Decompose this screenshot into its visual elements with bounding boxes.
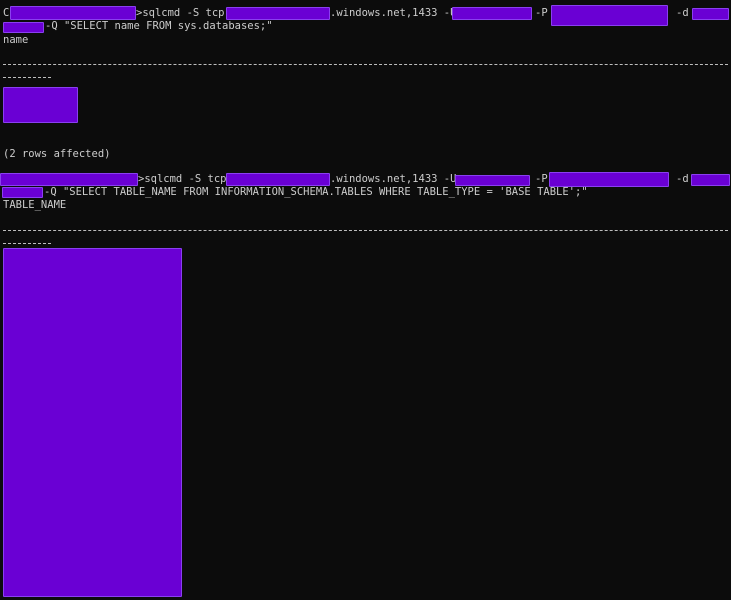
redacted-database [691, 174, 730, 186]
redacted-database [692, 8, 729, 20]
redacted-prompt-path [10, 6, 136, 20]
result-separator-wrap [3, 77, 51, 78]
command-query: -Q "SELECT TABLE_NAME FROM INFORMATION_S… [44, 186, 588, 198]
redacted-password [551, 5, 668, 26]
command-query: -Q "SELECT name FROM sys.databases;" [45, 20, 273, 32]
command-sqlcmd: >sqlcmd -S tcp: [138, 173, 233, 185]
result-separator [3, 64, 728, 65]
redacted-password [549, 172, 669, 187]
redacted-server-name [226, 7, 330, 20]
result-separator-wrap [3, 243, 51, 244]
redacted-database-wrap [2, 187, 43, 198]
command-database-flag: -d [676, 173, 689, 185]
rows-affected-text: (2 rows affected) [3, 148, 111, 160]
result-column-header: name [3, 34, 29, 46]
redacted-result-rows [3, 87, 78, 123]
result-column-header: TABLE_NAME [3, 199, 67, 211]
result-separator [3, 230, 728, 231]
command-password-flag: -P [535, 173, 548, 185]
command-server-domain: .windows.net,1433 -U [330, 7, 457, 19]
command-database-flag: -d [676, 7, 689, 19]
command-password-flag: -P [535, 7, 548, 19]
prompt-drive-letter: C [3, 7, 10, 19]
command-sqlcmd: >sqlcmd -S tcp: [136, 7, 231, 19]
terminal-window[interactable]: C >sqlcmd -S tcp: .windows.net,1433 -U -… [0, 0, 731, 600]
redacted-username [455, 175, 530, 186]
redacted-server-name [226, 173, 330, 186]
redacted-result-rows [3, 248, 182, 597]
command-server-domain: .windows.net,1433 -U [330, 173, 457, 185]
redacted-prompt-path [0, 173, 138, 186]
redacted-database-wrap [3, 22, 44, 33]
redacted-username [452, 7, 532, 20]
